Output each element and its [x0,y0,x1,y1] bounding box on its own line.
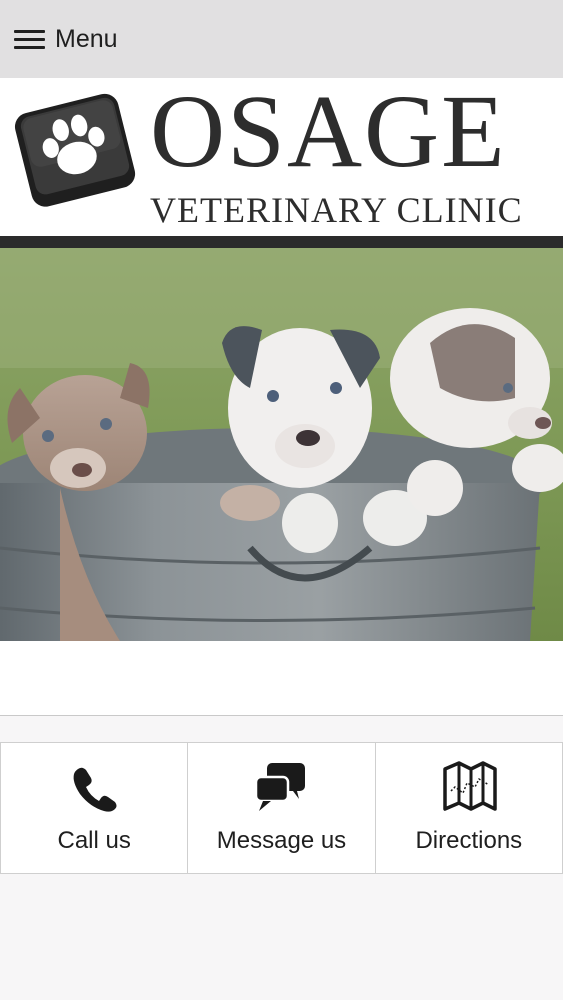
message-us-label: Message us [216,827,347,854]
paw-icon [14,93,136,207]
phone-icon [73,767,117,812]
directions-label: Directions [415,827,523,854]
menu-button[interactable]: Menu [14,22,118,56]
logo-title: OSAGE [150,74,507,189]
top-bar: Menu [0,0,563,78]
logo-divider-bar [0,236,563,248]
chat-bubbles-icon [255,763,306,811]
hamburger-icon [14,27,45,51]
call-us-button[interactable]: Call us [0,743,189,873]
message-us-button[interactable]: Message us [188,743,376,873]
map-icon [443,761,497,811]
section-divider [0,715,563,716]
hero-image [0,248,563,641]
action-bar: Call us Message us Directions [0,742,563,874]
directions-button[interactable]: Directions [376,743,563,873]
call-us-label: Call us [57,827,131,854]
content-spacer [0,641,563,715]
puppies-photo [0,248,563,641]
menu-label: Menu [55,24,118,53]
logo-subtitle: VETERINARY CLINIC [150,190,523,230]
